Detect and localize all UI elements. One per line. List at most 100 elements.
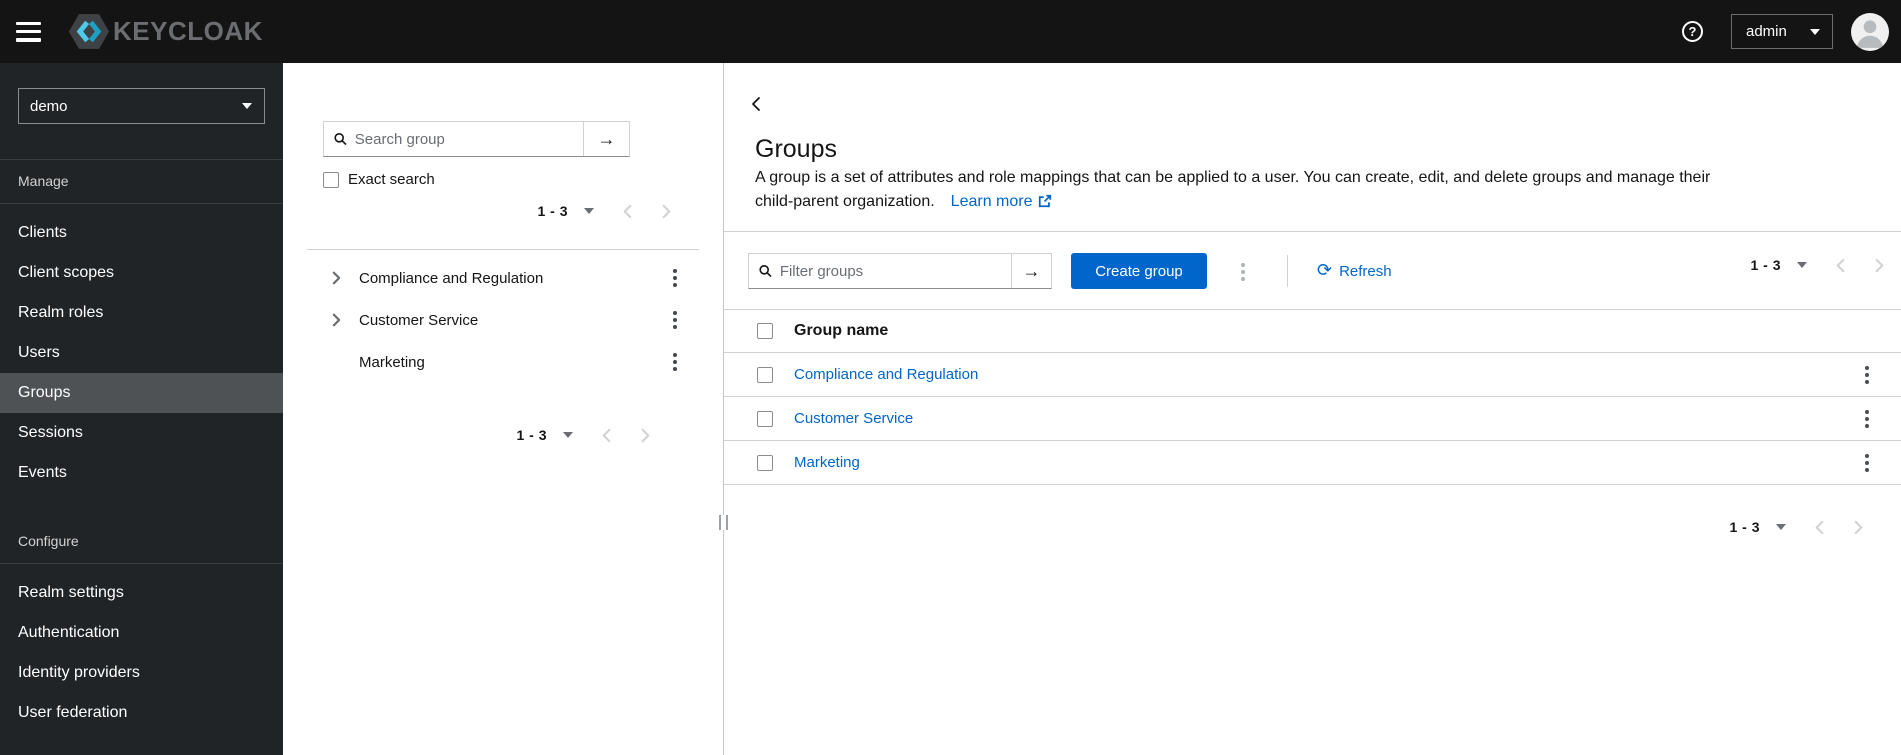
pagination-menu-caret-icon[interactable] [563,432,573,438]
sidebar-item-clients[interactable]: Clients [0,213,283,253]
tree-item: Compliance and Regulation [283,257,723,299]
page-description: A group is a set of attributes and role … [755,166,1710,214]
group-search-group: → [323,121,630,157]
pagination-range[interactable]: 1 - 3 [1750,257,1781,273]
tree-pagination-top: 1 - 3 [537,203,672,219]
row-kebab-menu-icon[interactable] [1863,408,1871,430]
group-search-input[interactable] [354,130,575,148]
pagination-range[interactable]: 1 - 3 [516,427,547,443]
exact-search-checkbox[interactable] [323,171,339,188]
pagination-menu-caret-icon[interactable] [584,208,594,214]
sidebar-item-users[interactable]: Users [0,333,283,373]
table-row: Customer Service [724,397,1901,441]
pagination-range[interactable]: 1 - 3 [537,203,568,219]
pagination-next-button[interactable] [1874,258,1885,273]
refresh-button[interactable]: ⟳ Refresh [1317,253,1392,289]
refresh-label: Refresh [1339,262,1392,280]
avatar[interactable] [1851,12,1889,51]
help-icon[interactable]: ? [1682,21,1703,42]
external-link-icon [1038,194,1051,208]
group-search-field [324,122,583,156]
brand-wordmark: KEYCLOAK [113,16,263,46]
row-checkbox[interactable] [757,454,773,471]
learn-more-label: Learn more [950,193,1033,210]
sidebar-item-groups[interactable]: Groups [0,373,283,413]
sidebar: demo Manage Clients Client scopes Realm … [0,63,283,755]
groups-main-panel: Groups A group is a set of attributes an… [724,63,1901,755]
sidebar-item-user-federation[interactable]: User federation [0,693,283,733]
table-pagination-top: 1 - 3 [1750,257,1885,273]
group-tree: Compliance and Regulation Customer Servi… [283,257,723,383]
realm-selector-value: demo [30,97,68,115]
tree-divider [307,249,699,250]
tree-item-label[interactable]: Customer Service [359,312,478,329]
caret-down-icon [1810,28,1820,35]
pagination-prev-button[interactable] [601,428,612,443]
user-dropdown[interactable]: admin [1731,14,1833,49]
exact-search-label: Exact search [348,171,435,188]
toolbar-kebab-menu-icon[interactable] [1239,261,1247,283]
pagination-prev-button[interactable] [1814,520,1825,535]
sidebar-item-events[interactable]: Events [0,453,283,493]
sidebar-item-realm-settings[interactable]: Realm settings [0,573,283,613]
kebab-menu-icon[interactable] [671,267,679,289]
exact-search-row: Exact search [323,171,435,188]
pagination-next-button[interactable] [1853,520,1864,535]
pagination-range[interactable]: 1 - 3 [1729,519,1760,535]
row-kebab-menu-icon[interactable] [1863,364,1871,386]
sidebar-item-client-scopes[interactable]: Client scopes [0,253,283,293]
group-link[interactable]: Compliance and Regulation [794,366,978,383]
masthead-right: ? admin [1682,12,1889,51]
pagination-next-button[interactable] [661,204,672,219]
sidebar-nav: Manage Clients Client scopes Realm roles… [0,159,283,742]
groups-toolbar: → Create group ⟳ Refresh 1 - 3 [724,253,1901,289]
person-icon [1856,19,1884,48]
table-header-row: Group name [724,309,1901,353]
create-group-button[interactable]: Create group [1071,253,1207,289]
pagination-prev-button[interactable] [622,204,633,219]
column-header-group-name: Group name [794,322,889,339]
row-checkbox[interactable] [757,410,773,427]
filter-group: → [748,253,1052,289]
collapse-panel-chevron-icon[interactable] [750,96,762,112]
hamburger-menu-icon[interactable] [16,21,41,42]
tree-item: Marketing [283,341,723,383]
sidebar-item-authentication[interactable]: Authentication [0,613,283,653]
nav-section-manage: Manage Clients Client scopes Realm roles… [0,159,283,502]
search-icon [759,264,772,278]
pagination-menu-caret-icon[interactable] [1776,524,1786,530]
kebab-menu-icon[interactable] [671,309,679,331]
help-glyph: ? [1688,24,1697,39]
expand-chevron-icon[interactable] [330,313,342,327]
user-dropdown-label: admin [1746,23,1787,40]
panel-resize-handle[interactable] [719,515,728,530]
table-pagination-bottom: 1 - 3 [1729,519,1864,535]
row-kebab-menu-icon[interactable] [1863,452,1871,474]
group-link[interactable]: Marketing [794,454,860,471]
pagination-next-button[interactable] [640,428,651,443]
tree-item: Customer Service [283,299,723,341]
tree-item-label[interactable]: Compliance and Regulation [359,270,543,287]
sidebar-item-identity-providers[interactable]: Identity providers [0,653,283,693]
masthead: KEYCLOAK ? admin [0,0,1901,63]
group-search-submit-button[interactable]: → [583,122,629,156]
nav-section-configure: Configure Realm settings Authentication … [0,520,283,742]
learn-more-link[interactable]: Learn more [951,193,1052,210]
sidebar-item-sessions[interactable]: Sessions [0,413,283,453]
nav-section-label: Configure [0,520,283,564]
keycloak-logo[interactable]: KEYCLOAK [68,13,263,50]
group-link[interactable]: Customer Service [794,410,913,427]
row-checkbox[interactable] [757,366,773,383]
pagination-prev-button[interactable] [1835,258,1846,273]
filter-groups-input[interactable] [779,262,1003,280]
kebab-menu-icon[interactable] [671,351,679,373]
sidebar-item-realm-roles[interactable]: Realm roles [0,293,283,333]
pagination-menu-caret-icon[interactable] [1797,262,1807,268]
description-line-2: child-parent organization. Learn more [755,190,1710,214]
select-all-checkbox[interactable] [757,323,773,339]
realm-selector[interactable]: demo [18,88,265,124]
nav-section-label: Manage [0,159,283,204]
tree-item-label[interactable]: Marketing [359,354,425,371]
filter-submit-button[interactable]: → [1011,254,1051,288]
expand-chevron-icon[interactable] [330,271,342,285]
